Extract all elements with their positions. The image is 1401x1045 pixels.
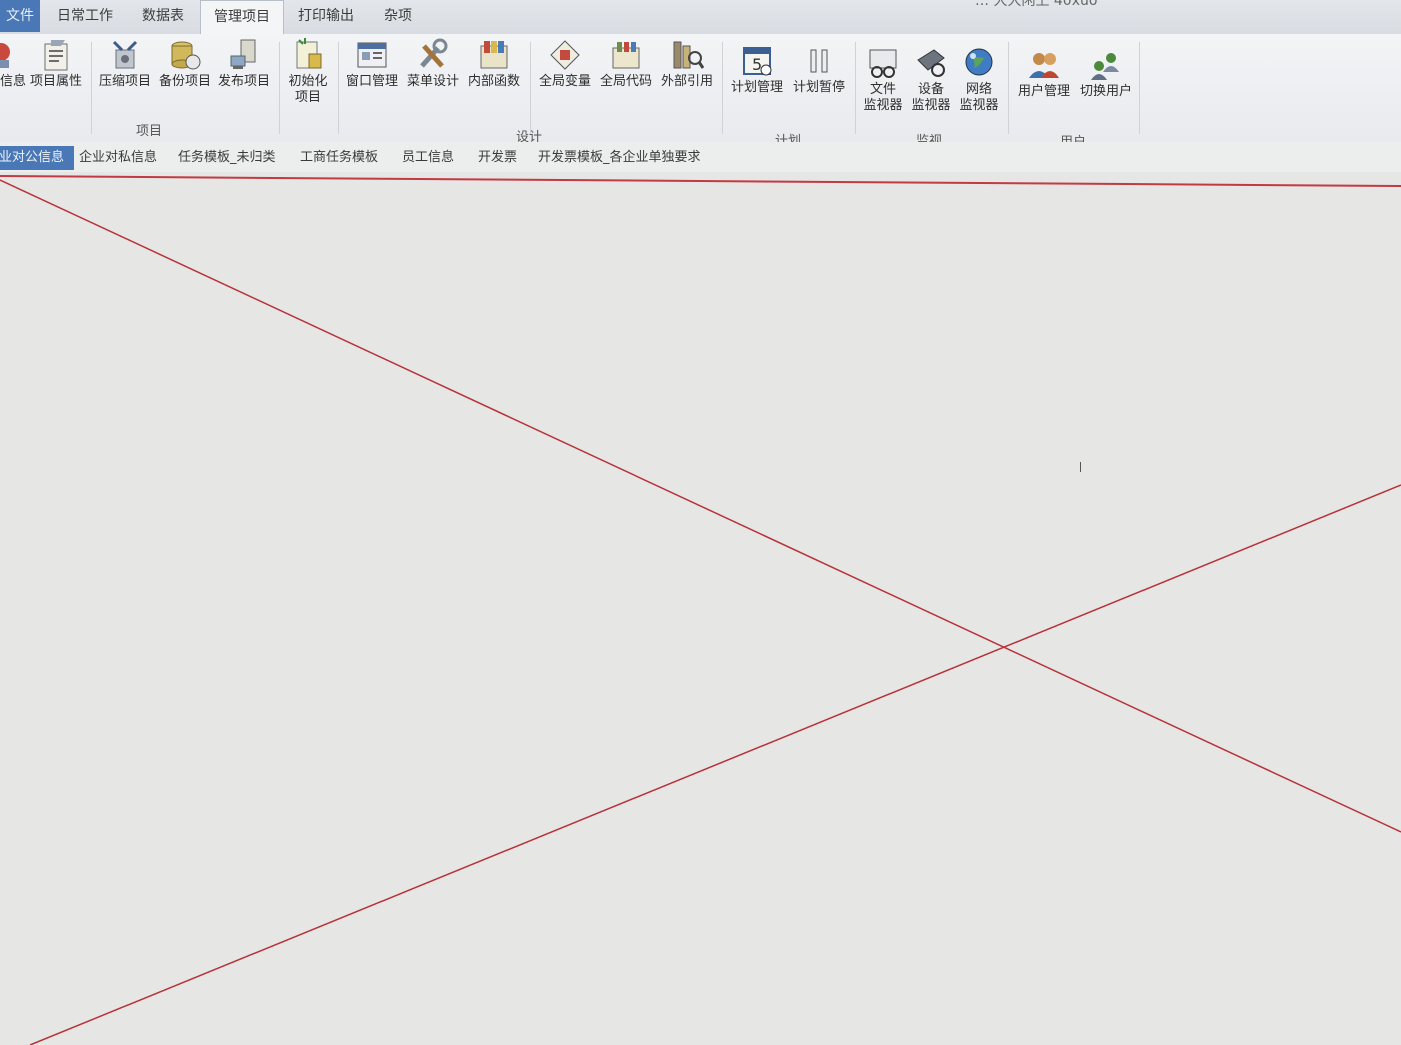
- info-label: 信息: [0, 74, 26, 89]
- pause-icon: [810, 49, 828, 73]
- global-variables-button[interactable]: 全局变量: [534, 38, 596, 90]
- document-tabs: 企业对公信息 企业对私信息 任务模板_未归类 工商任务模板 员工信息 开发票 开…: [0, 142, 1401, 172]
- separator: [91, 42, 92, 134]
- global-variables-label: 全局变量: [538, 74, 591, 89]
- menu-tab-file[interactable]: 文件: [0, 0, 40, 32]
- menu-tab-daily-work[interactable]: 日常工作: [55, 0, 115, 32]
- compress-project-button[interactable]: 压缩项目: [96, 38, 154, 90]
- external-references-button[interactable]: 外部引用: [657, 38, 717, 90]
- plan-management-button[interactable]: 5 计划管理: [727, 44, 787, 96]
- menu-tab-misc[interactable]: 杂项: [378, 0, 418, 32]
- initialize-project-label-1: 初始化: [288, 74, 328, 89]
- properties-icon: [44, 40, 68, 71]
- initialize-project-button[interactable]: 初始化 项目: [283, 38, 333, 106]
- backup-project-label: 备份项目: [158, 74, 211, 89]
- internal-functions-label: 内部函数: [467, 74, 520, 89]
- menu-tab-manage-project[interactable]: 管理项目: [200, 0, 284, 35]
- global-code-button[interactable]: 全局代码: [597, 38, 655, 90]
- publish-icon: [230, 39, 256, 69]
- initialize-project-label-2: 项目: [294, 90, 321, 105]
- file-monitor-button[interactable]: 文件 监视器: [860, 46, 906, 114]
- plan-pause-button[interactable]: 计划暂停: [789, 44, 849, 96]
- separator: [1008, 42, 1009, 134]
- user-management-button[interactable]: 用户管理: [1013, 48, 1075, 100]
- separator: [1139, 42, 1140, 134]
- database-backup-icon: [171, 41, 201, 70]
- device-monitor-label-2: 监视器: [911, 98, 951, 113]
- app-title: … 大大闲上 40xuo: [975, 0, 1098, 9]
- device-monitor-icon: [917, 49, 945, 77]
- backup-project-button[interactable]: 备份项目: [156, 38, 214, 90]
- network-monitor-label-2: 监视器: [959, 98, 999, 113]
- menu-tab-data-tables[interactable]: 数据表: [138, 0, 188, 32]
- internal-functions-button[interactable]: 内部函数: [464, 38, 524, 90]
- calendar-icon: 5: [743, 47, 772, 76]
- info-button[interactable]: 信息: [0, 38, 26, 90]
- doc-tab-employee-info[interactable]: 员工信息: [402, 146, 454, 170]
- publish-project-button[interactable]: 发布项目: [215, 38, 273, 90]
- function-library-icon: [480, 41, 508, 69]
- global-variables-icon: [550, 40, 580, 70]
- empty-workspace-cross: [0, 175, 1401, 1045]
- global-code-label: 全局代码: [599, 74, 652, 89]
- menu-tab-print-output[interactable]: 打印输出: [294, 0, 358, 32]
- user-management-label: 用户管理: [1017, 84, 1070, 99]
- users-icon: [1029, 53, 1059, 78]
- file-monitor-label-1: 文件: [869, 82, 896, 97]
- project-properties-button[interactable]: 项目属性: [26, 38, 86, 90]
- file-monitor-label-2: 监视器: [863, 98, 903, 113]
- project-properties-label: 项目属性: [29, 74, 82, 89]
- tools-icon: [420, 38, 448, 68]
- doc-tab-business-task-template[interactable]: 工商任务模板: [300, 146, 378, 170]
- switch-user-label: 切换用户: [1079, 84, 1132, 99]
- file-monitor-icon: [869, 49, 897, 78]
- initialize-icon: [296, 38, 322, 69]
- ribbon-toolbar: 信息 项目属性 压缩项目 备份项目 发布项目 初始化 项目 项目 窗口管理 菜单…: [0, 34, 1401, 150]
- top-border-line: [0, 175, 1401, 187]
- switch-user-button[interactable]: 切换用户: [1076, 48, 1136, 100]
- switch-user-icon: [1091, 53, 1119, 80]
- doc-tab-task-template-unclassified[interactable]: 任务模板_未归类: [178, 146, 276, 170]
- network-monitor-button[interactable]: 网络 监视器: [956, 46, 1002, 114]
- separator: [338, 42, 339, 134]
- publish-project-label: 发布项目: [217, 74, 270, 89]
- compress-icon: [112, 40, 138, 69]
- external-references-label: 外部引用: [660, 74, 713, 89]
- separator: [530, 42, 531, 134]
- workspace-canvas: [0, 172, 1401, 1045]
- menu-bar: 文件 日常工作 数据表 管理项目 打印输出 杂项 … 大大闲上 40xuo: [0, 0, 1401, 35]
- group-label-project: 项目: [136, 124, 163, 139]
- plan-management-label: 计划管理: [730, 80, 783, 95]
- menu-design-label: 菜单设计: [406, 74, 459, 89]
- doc-tab-corporate-public-info[interactable]: 企业对公信息: [0, 146, 75, 170]
- diagonal-line-1: [0, 179, 1401, 833]
- diagonal-line-2: [29, 484, 1401, 1045]
- info-icon: [0, 43, 10, 68]
- separator: [855, 42, 856, 134]
- doc-tab-issue-invoice[interactable]: 开发票: [478, 146, 517, 170]
- globe-icon: [965, 48, 993, 76]
- device-monitor-button[interactable]: 设备 监视器: [908, 46, 954, 114]
- doc-tab-corporate-private-info[interactable]: 企业对私信息: [79, 146, 157, 170]
- window-management-label: 窗口管理: [345, 74, 398, 89]
- separator: [279, 42, 280, 134]
- doc-tab-invoice-template[interactable]: 开发票模板_各企业单独要求: [538, 146, 701, 170]
- text-cursor: [1080, 462, 1081, 472]
- separator: [722, 42, 723, 134]
- network-monitor-label-1: 网络: [965, 82, 992, 97]
- window-icon: [357, 42, 387, 68]
- window-management-button[interactable]: 窗口管理: [342, 38, 402, 90]
- plan-pause-label: 计划暂停: [792, 80, 845, 95]
- external-references-icon: [673, 41, 704, 69]
- global-code-icon: [612, 42, 640, 69]
- compress-project-label: 压缩项目: [98, 74, 151, 89]
- device-monitor-label-1: 设备: [917, 82, 944, 97]
- menu-design-button[interactable]: 菜单设计: [403, 38, 463, 90]
